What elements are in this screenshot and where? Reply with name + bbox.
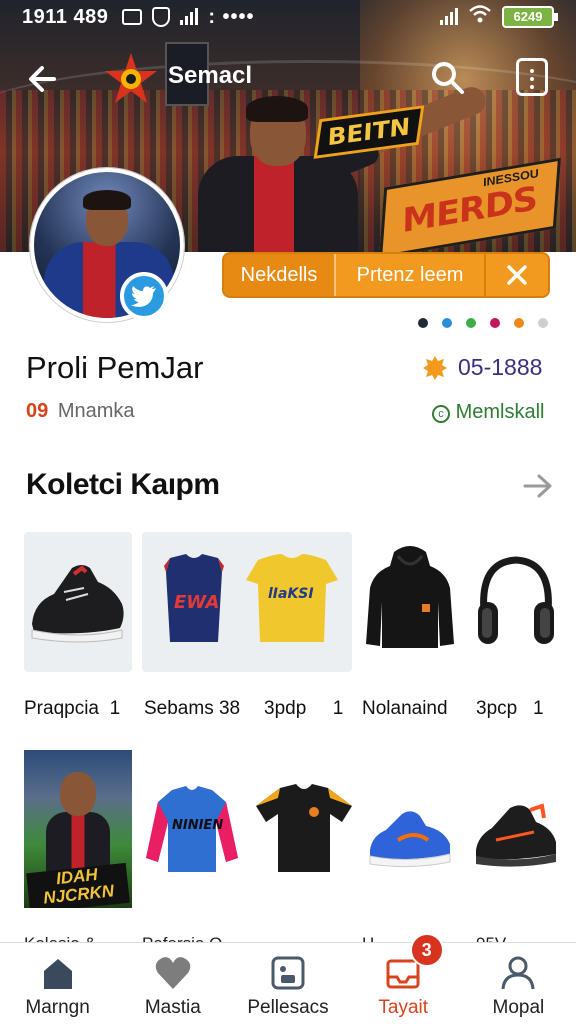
page-dot[interactable]	[514, 318, 524, 328]
product-card-black-jersey[interactable]	[252, 782, 356, 878]
bottom-navigation: Marngn Mastia Pellesacs 3 Tayait Mopal	[0, 933, 576, 1024]
product-card-blue-shoe[interactable]	[364, 800, 456, 876]
black-sneaker-image	[476, 803, 556, 867]
notification-badge: 3	[409, 933, 444, 967]
profile-status: c Memlskall	[432, 401, 544, 424]
product-label: Nolanaind	[362, 698, 448, 719]
close-button[interactable]	[486, 254, 548, 296]
nav-item-favorites[interactable]: Mastia	[115, 943, 230, 1024]
profile-stat: 05-1888	[422, 354, 542, 381]
profile-status-text: Memlskall	[455, 401, 545, 423]
product-label: Praqpcia 1	[24, 698, 121, 719]
arrow-right-icon	[523, 474, 552, 498]
profile-subline: 09 Mnamka	[26, 400, 135, 423]
home-icon	[38, 953, 78, 993]
pagination-dots	[418, 318, 548, 328]
shield-icon	[152, 7, 171, 27]
product-card-long-sleeve[interactable]: NINIEN	[142, 782, 242, 878]
star-logo-icon	[105, 53, 157, 103]
more-vertical-icon	[530, 69, 534, 73]
close-icon	[507, 265, 527, 285]
more-options-button[interactable]	[516, 58, 548, 96]
primary-action-button[interactable]: Nekdells	[224, 254, 336, 296]
sneaker-image	[31, 565, 124, 643]
nav-item-gallery[interactable]: Pellesacs	[230, 943, 345, 1024]
twitter-verified-badge	[120, 272, 168, 320]
back-button[interactable]	[22, 58, 64, 100]
headphones-image	[478, 556, 554, 644]
brand-name: Semacl	[168, 62, 253, 89]
heart-icon	[153, 953, 193, 993]
product-card-jerseys[interactable]: EWA lIaKSI	[142, 532, 352, 672]
product-label: 3pcp 1	[476, 698, 544, 719]
overflow-dots-icon: : ••••	[208, 5, 255, 28]
product-card-shoe[interactable]	[24, 532, 132, 672]
profile-stat-value: 05-1888	[458, 354, 543, 380]
secondary-action-button[interactable]: Prtenz leem	[336, 254, 486, 296]
arrow-left-icon	[29, 66, 56, 92]
product-card-poster[interactable]: IDAH NJCRKN	[24, 750, 132, 908]
poster-text: IDAH NJCRKN	[26, 862, 130, 908]
black-jersey-image	[256, 784, 352, 872]
page-dot[interactable]	[442, 318, 452, 328]
profile-sub-text: Mnamka	[57, 400, 135, 422]
profile-icon	[498, 953, 538, 993]
action-bar: Nekdells Prtenz leem	[222, 252, 550, 298]
jersey-text: lIaKSI	[268, 586, 314, 602]
nav-item-inbox[interactable]: 3 Tayait	[346, 933, 461, 1024]
poster-player-head	[60, 772, 96, 816]
product-label: 3pdp 1	[264, 698, 344, 719]
product-card-black-shoe[interactable]	[470, 796, 562, 876]
mobile-signal-icon	[440, 8, 458, 25]
page-dot[interactable]	[418, 318, 428, 328]
battery-icon: 6249	[502, 6, 558, 28]
page-dot[interactable]	[538, 318, 548, 328]
brand-logo	[103, 51, 159, 107]
jersey-text: EWA	[174, 592, 220, 613]
signal-icon	[180, 8, 199, 25]
profile-count: 09	[26, 400, 49, 422]
status-time: 1911 489	[22, 5, 109, 28]
page-dot[interactable]	[466, 318, 476, 328]
nav-item-profile[interactable]: Mopal	[461, 943, 576, 1024]
product-card-headphones[interactable]	[470, 532, 562, 672]
jersey-text: NINIEN	[172, 818, 224, 833]
copyright-icon: c	[432, 405, 450, 423]
search-icon	[432, 62, 464, 94]
section-title: Koletci Kaıpm	[26, 468, 220, 501]
status-bar: 1911 489 : •••• 6249	[0, 0, 576, 34]
see-all-button[interactable]	[522, 472, 554, 500]
search-button[interactable]	[428, 58, 468, 98]
profile-name: Proli PemJar	[26, 350, 204, 385]
hoodie-image	[366, 546, 454, 648]
badge-star-icon	[423, 355, 447, 380]
poster-player-shirt	[46, 812, 110, 872]
page-dot[interactable]	[490, 318, 500, 328]
twitter-bird-icon	[131, 286, 156, 307]
app-bar: Semacl	[0, 50, 576, 106]
blue-sneaker-image	[369, 811, 451, 868]
product-label: Sebams 38	[144, 698, 241, 719]
product-card-hoodie[interactable]	[362, 532, 458, 672]
nav-item-home[interactable]: Marngn	[0, 943, 115, 1024]
wifi-icon	[468, 4, 492, 30]
notification-icon	[122, 9, 143, 25]
gallery-icon	[268, 953, 308, 993]
